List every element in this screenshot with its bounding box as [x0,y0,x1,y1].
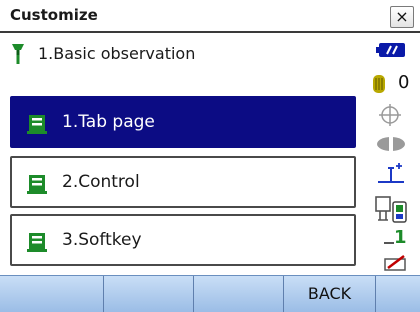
signal-digit: 1 [394,227,407,248]
menu-item-tab-page[interactable]: 1.Tab page [10,96,356,148]
menu-item-label: 2.Control [62,172,140,192]
status-column: 0 1 [364,34,420,274]
menu-item-label: 3.Softkey [62,230,142,250]
softkey-2[interactable] [104,276,194,312]
input-mode-icon [384,255,406,271]
customize-window: Customize × 1.Basic observation 1.Tab pa… [0,0,420,312]
breadcrumb-label: 1.Basic observation [38,44,196,63]
battery-icon [376,43,405,57]
close-button[interactable]: × [390,6,414,28]
menu-item-control[interactable]: 2.Control [10,156,356,208]
close-icon: × [395,7,409,26]
back-button[interactable]: BACK [284,276,376,312]
memory-card-icon [373,75,385,93]
signal-level-icon: 1 [384,227,408,252]
softkey-bar: BACK [0,275,420,312]
softkey-3[interactable] [194,276,284,312]
communication-device-icon [375,196,407,223]
list-page-icon [27,175,47,194]
menu-item-label: 1.Tab page [62,112,155,132]
menu-item-softkey[interactable]: 3.Softkey [10,214,356,266]
list-page-icon [27,233,47,252]
window-title: Customize [10,6,98,24]
memory-count: 0 [398,72,410,93]
list-page-icon [27,115,47,134]
breadcrumb: 1.Basic observation [8,40,348,70]
survey-rod-icon [12,44,24,64]
target-crosshair-icon [379,104,401,126]
prism-icon [377,137,405,151]
title-bar: Customize × [0,0,420,33]
softkey-1[interactable] [0,276,104,312]
tilt-level-icon [378,163,404,183]
softkey-5[interactable] [376,276,420,312]
